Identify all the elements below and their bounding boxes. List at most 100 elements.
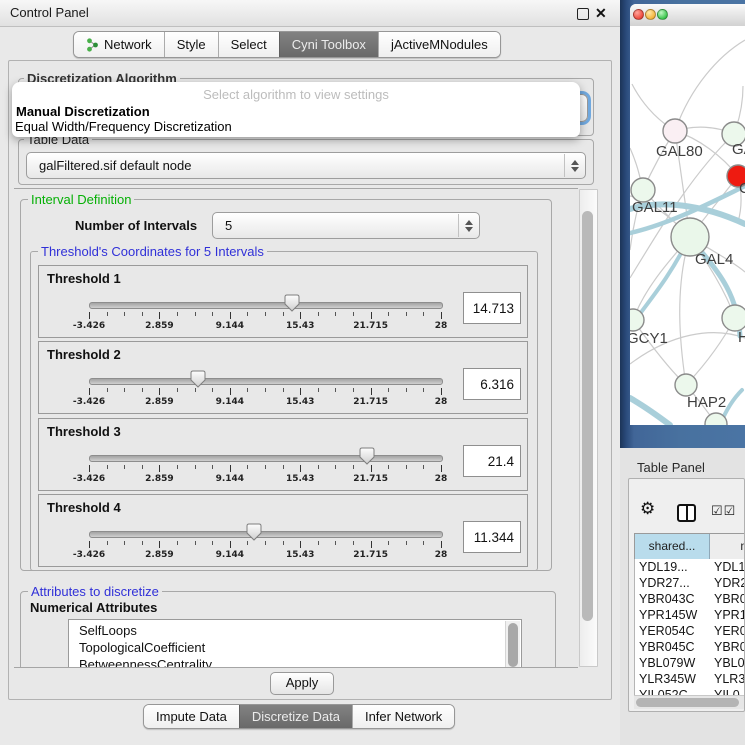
- settings-scroll-viewport: Interval Definition Number of Intervals …: [14, 188, 578, 668]
- threshold-value-field[interactable]: 6.316: [463, 368, 521, 400]
- network-node-label: GAL11: [632, 199, 678, 216]
- network-node-label: C: [739, 180, 745, 197]
- bottom-tab-bar: Impute Data Discretize Data Infer Networ…: [143, 704, 455, 729]
- node-table-body: YDL19...YDL1YDR27...YDR2YBR043CYBR0YPR14…: [634, 559, 745, 697]
- threshold-label: Threshold 4: [47, 500, 121, 515]
- list-scrollbar[interactable]: [505, 621, 520, 668]
- tab-infer-network[interactable]: Infer Network: [352, 705, 454, 728]
- threshold-slider-track[interactable]: [89, 378, 443, 385]
- threshold-panel: Threshold 2 -3.4262.8599.14415.4321.7152…: [38, 341, 528, 414]
- threshold-label: Threshold 3: [47, 424, 121, 439]
- network-node[interactable]: [722, 305, 745, 331]
- threshold-slider-track[interactable]: [89, 455, 443, 462]
- thresholds-group-title: Threshold's Coordinates for 5 Intervals: [38, 244, 267, 259]
- close-traffic-light-icon[interactable]: [633, 9, 644, 20]
- tab-jactivemnodules[interactable]: jActiveMNodules: [378, 32, 500, 57]
- tab-label: Infer Network: [365, 709, 442, 724]
- table-row[interactable]: YLR345WYLR3: [635, 671, 745, 687]
- threshold-slider-thumb[interactable]: [359, 447, 375, 465]
- interval-definition-title: Interval Definition: [28, 192, 134, 207]
- table-panel-body: ⚙ ☑☑ shared... na YDL19...YDL1YDR27...YD…: [628, 478, 745, 712]
- tab-network[interactable]: Network: [74, 32, 164, 57]
- threshold-slider-thumb[interactable]: [284, 294, 300, 312]
- slider-tick-labels: -3.4262.8599.14415.4321.71528: [89, 321, 441, 331]
- settings-vertical-scrollbar[interactable]: [579, 189, 598, 667]
- column-header-name[interactable]: na: [710, 534, 745, 559]
- slider-tick-labels: -3.4262.8599.14415.4321.71528: [89, 550, 441, 560]
- tab-cyni-toolbox[interactable]: Cyni Toolbox: [279, 32, 378, 57]
- dropdown-hint: Select algorithm to view settings: [12, 87, 580, 102]
- threshold-label: Threshold 2: [47, 347, 121, 362]
- attribute-list-item[interactable]: SelfLoops: [69, 622, 505, 639]
- network-canvas[interactable]: GAL80GACGAL11GAL4GCY1HHAP2: [630, 26, 745, 425]
- threshold-slider-track[interactable]: [89, 531, 443, 538]
- threshold-slider-track[interactable]: [89, 302, 443, 309]
- tab-label: Discretize Data: [252, 709, 340, 724]
- network-node-label: HAP2: [687, 394, 726, 411]
- table-data-value: galFiltered.sif default node: [39, 153, 191, 178]
- attribute-list-item[interactable]: BetweennessCentrality: [69, 656, 505, 668]
- column-header-shared-name[interactable]: shared...: [635, 534, 710, 559]
- scrollbar-thumb[interactable]: [636, 698, 739, 707]
- network-node[interactable]: [663, 119, 687, 143]
- apply-button[interactable]: Apply: [270, 672, 334, 695]
- tab-discretize-data[interactable]: Discretize Data: [239, 705, 352, 728]
- table-row[interactable]: YBR045CYBR0: [635, 639, 745, 655]
- numerical-attributes-list: SelfLoopsTopologicalCoefficientBetweenne…: [68, 619, 522, 668]
- table-data-combobox[interactable]: galFiltered.sif default node: [26, 152, 586, 179]
- network-node[interactable]: [675, 374, 697, 396]
- number-of-intervals-label: Number of Intervals: [75, 218, 197, 233]
- slider-ticks: [89, 312, 441, 320]
- table-row[interactable]: YPR145WYPR1: [635, 607, 745, 623]
- attribute-list-item[interactable]: TopologicalCoefficient: [69, 639, 505, 656]
- numerical-attributes-heading: Numerical Attributes: [30, 600, 157, 615]
- minimize-traffic-light-icon[interactable]: [645, 9, 656, 20]
- dropdown-option-manual-discretization[interactable]: Manual Discretization: [16, 104, 150, 119]
- tab-label: jActiveMNodules: [391, 37, 488, 52]
- table-horizontal-scrollbar[interactable]: [634, 695, 744, 709]
- attributes-group-title: Attributes to discretize: [28, 584, 162, 599]
- table-row[interactable]: YDR27...YDR2: [635, 575, 745, 591]
- tab-label: Cyni Toolbox: [292, 37, 366, 52]
- threshold-value-field[interactable]: 21.4: [463, 445, 521, 477]
- tab-label: Network: [104, 37, 152, 52]
- stepper-arrows-icon: [564, 154, 584, 177]
- slider-tick-labels: -3.4262.8599.14415.4321.71528: [89, 474, 441, 484]
- tab-label: Impute Data: [156, 709, 227, 724]
- table-row[interactable]: YDL19...YDL1: [635, 559, 745, 575]
- number-of-intervals-combobox[interactable]: 5: [212, 212, 480, 239]
- table-panel-title: Table Panel: [637, 460, 705, 475]
- threshold-slider-thumb[interactable]: [246, 523, 262, 541]
- threshold-slider-thumb[interactable]: [190, 370, 206, 388]
- threshold-value-field[interactable]: 14.713: [463, 292, 521, 324]
- tab-style[interactable]: Style: [164, 32, 218, 57]
- network-view-window: GAL80GACGAL11GAL4GCY1HHAP2: [630, 4, 745, 425]
- slider-ticks: [89, 388, 441, 396]
- slider-tick-labels: -3.4262.8599.14415.4321.71528: [89, 397, 441, 407]
- threshold-panel: Threshold 1 -3.4262.8599.14415.4321.7152…: [38, 265, 528, 338]
- tab-select[interactable]: Select: [218, 32, 279, 57]
- column-visibility-icon[interactable]: [677, 504, 696, 522]
- tab-label: Style: [177, 37, 206, 52]
- table-row[interactable]: YBR043CYBR0: [635, 591, 745, 607]
- control-panel-titlebar: Control Panel ✕: [0, 0, 620, 27]
- panel-title: Control Panel: [10, 0, 89, 26]
- gear-icon[interactable]: ⚙: [640, 500, 655, 517]
- table-row[interactable]: YBL079WYBL0: [635, 655, 745, 671]
- network-node-label: GAL4: [695, 251, 733, 268]
- scrollbar-thumb[interactable]: [582, 211, 593, 621]
- network-window-titlebar[interactable]: [630, 4, 745, 27]
- table-row[interactable]: YER054CYER0: [635, 623, 745, 639]
- network-node-label: GCY1: [630, 330, 668, 347]
- network-canvas-svg: GAL80GACGAL11GAL4GCY1HHAP2: [630, 26, 745, 425]
- tab-impute-data[interactable]: Impute Data: [144, 705, 239, 728]
- top-tab-bar: Network Style Select Cyni Toolbox jActiv…: [73, 31, 501, 58]
- number-of-intervals-value: 5: [225, 213, 232, 238]
- checkbox-icons[interactable]: ☑☑: [711, 503, 736, 519]
- zoom-traffic-light-icon[interactable]: [657, 9, 668, 20]
- close-icon[interactable]: ✕: [595, 4, 607, 22]
- threshold-value-field[interactable]: 11.344: [463, 521, 521, 553]
- dropdown-option-equal-width-frequency[interactable]: Equal Width/Frequency Discretization: [15, 119, 232, 134]
- network-node-label: GAL80: [656, 143, 703, 160]
- float-window-icon[interactable]: [577, 8, 589, 20]
